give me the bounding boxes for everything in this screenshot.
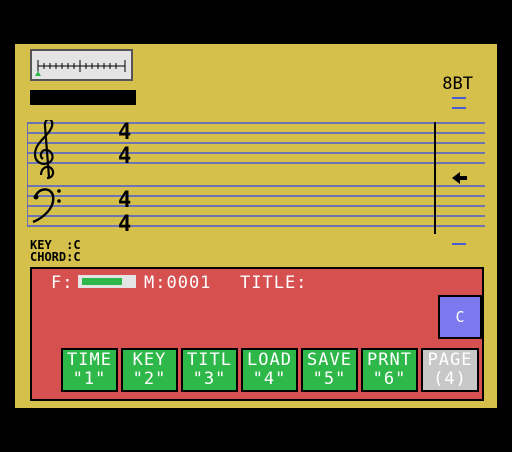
slider-marker-icon [35, 71, 41, 76]
fkey-name: PAGE [427, 350, 473, 370]
treble-time-bottom: 4 [118, 144, 131, 169]
treble-time-top: 4 [118, 120, 131, 145]
chord-status: CHORD:C [30, 250, 81, 264]
fkey-number: "1" [72, 369, 107, 389]
treble-clef-icon [33, 120, 55, 180]
fkey-name: SAVE [307, 350, 352, 370]
title-label: TITLE: [240, 273, 308, 293]
fkey-number: "3" [192, 369, 227, 389]
title-key-button[interactable]: TITL "3" [181, 348, 238, 392]
print-key-button[interactable]: PRNT "6" [361, 348, 418, 392]
fkey-name: PRNT [367, 350, 412, 370]
fkey-number: "2" [132, 369, 167, 389]
fkey-number: "4" [252, 369, 287, 389]
fkey-name: KEY [132, 350, 167, 370]
scroll-marker-top [452, 97, 466, 99]
slider-scale [35, 60, 126, 76]
fkey-number: "6" [372, 369, 407, 389]
scroll-marker-top-2 [452, 107, 466, 109]
left-arrow-icon [452, 172, 467, 184]
scroll-marker-bottom [452, 243, 466, 245]
f-level-bar [78, 275, 136, 288]
bass-time-top: 4 [118, 188, 131, 213]
fkey-name: TITL [187, 350, 232, 370]
load-key-button[interactable]: LOAD "4" [241, 348, 298, 392]
message-bar [30, 90, 136, 105]
grand-staff[interactable]: 4 4 4 4 [27, 120, 485, 234]
control-panel: F: M:0001 TITLE: C TIME "1" KEY "2" TITL… [30, 267, 484, 401]
fkey-number: (4) [433, 369, 467, 389]
tempo-slider[interactable] [30, 49, 133, 81]
key-key-button[interactable]: KEY "2" [121, 348, 178, 392]
fkey-name: LOAD [247, 350, 292, 370]
current-key-button[interactable]: C [438, 295, 482, 339]
bass-time-bottom: 4 [118, 212, 131, 234]
function-key-row: TIME "1" KEY "2" TITL "3" LOAD "4" SAVE … [61, 348, 479, 392]
time-key-button[interactable]: TIME "1" [61, 348, 118, 392]
page-key-button[interactable]: PAGE (4) [421, 348, 479, 392]
fkey-number: "5" [312, 369, 347, 389]
fkey-name: TIME [67, 350, 112, 370]
measure-label: M:0001 [144, 273, 212, 293]
f-label: F: [51, 273, 74, 293]
app-screen: 8BT 4 4 4 4 KEY :C CHORD:C F: M:0001 TIT… [15, 44, 497, 408]
speed-label: 8BT [442, 74, 473, 94]
f-level-fill [82, 278, 122, 285]
save-key-button[interactable]: SAVE "5" [301, 348, 358, 392]
